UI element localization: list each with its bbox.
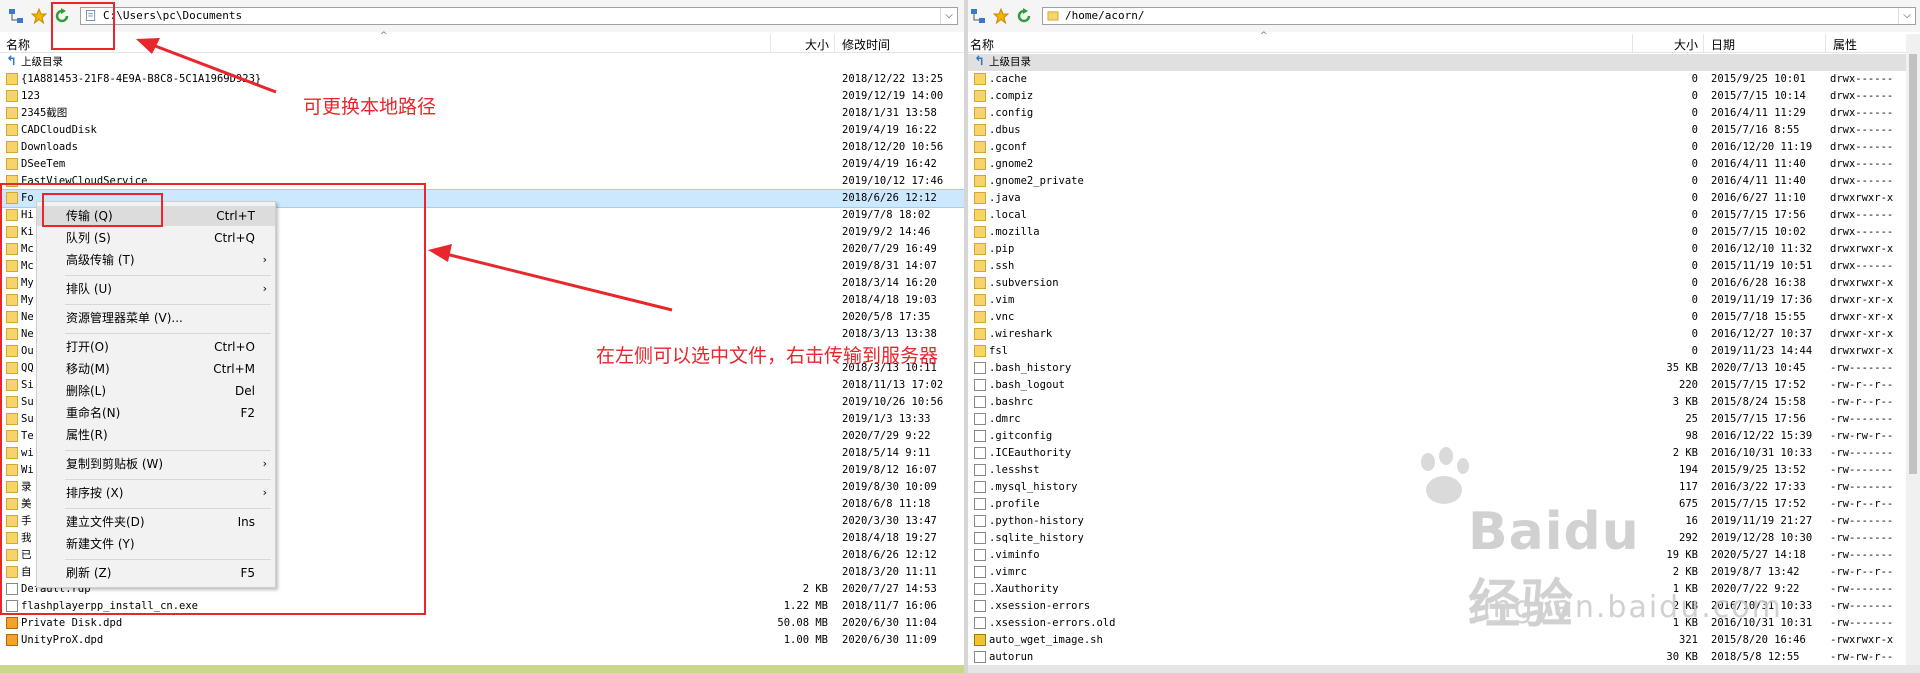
arrowhead: [428, 244, 452, 262]
annotation-transfer-hint: 在左侧可以选中文件，右击传输到服务器: [596, 345, 939, 367]
arrow-to-file-list: [445, 252, 673, 312]
watermark-site: jingyan.baidu.com: [1472, 590, 1783, 625]
arrow-to-path-icon: [149, 42, 277, 94]
annotation-change-path: 可更换本地路径: [303, 96, 437, 118]
